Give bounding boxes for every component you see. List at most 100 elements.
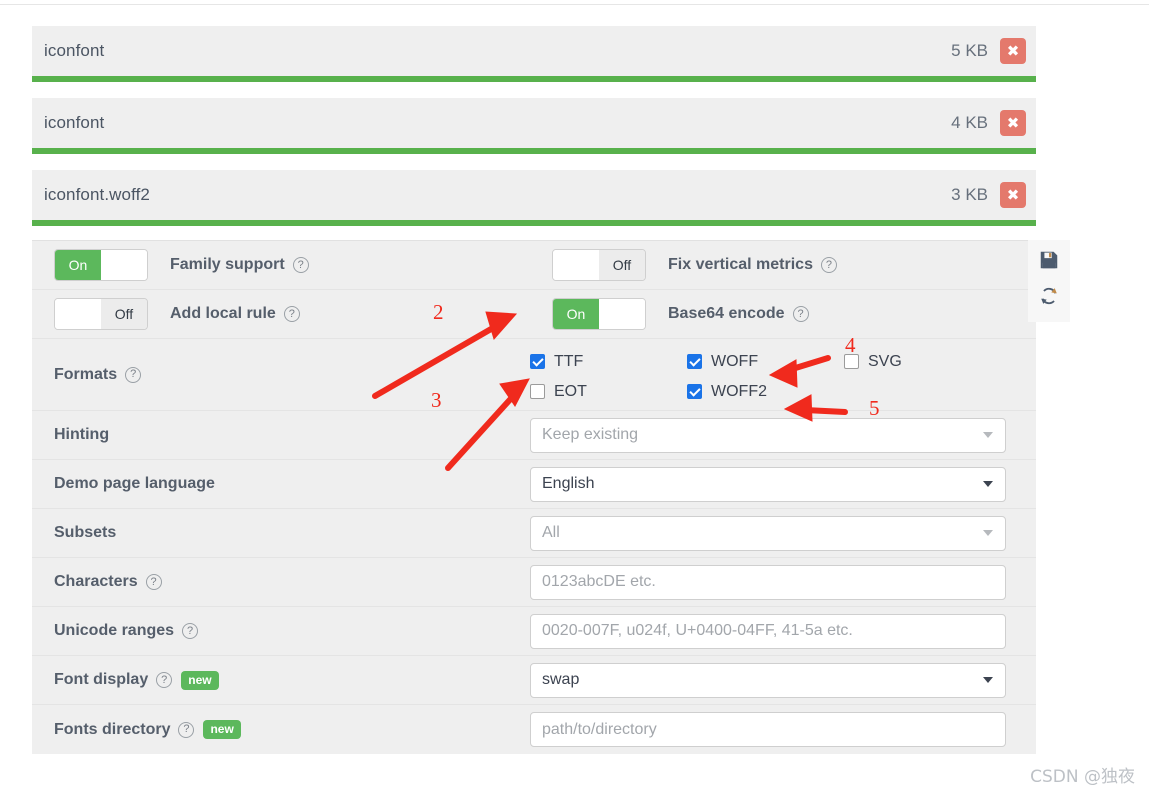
settings-row-toggles-2: Off Add local rule ? On Base64 encode ? (32, 290, 1036, 339)
fix-vertical-metrics-toggle[interactable]: Off (552, 249, 646, 281)
help-icon[interactable]: ? (792, 306, 809, 322)
close-icon[interactable]: ✖ (1000, 38, 1026, 64)
chevron-down-icon (983, 677, 993, 683)
settings-row-characters: Characters ? 0123abcDE etc. (32, 558, 1036, 607)
toggle-on-label: On (55, 250, 101, 280)
annotation-number-5: 5 (869, 396, 880, 420)
settings-row-toggles-1: On Family support ? Off Fix vertical met… (32, 241, 1036, 290)
annotation-number-4: 4 (845, 333, 856, 357)
help-icon[interactable]: ? (292, 257, 309, 273)
setting-family-support: On Family support ? (32, 249, 530, 281)
file-progress-bar (32, 220, 1036, 226)
toggle-off-label (101, 250, 147, 280)
file-size: 4 KB (951, 113, 988, 132)
file-size: 5 KB (951, 41, 988, 60)
file-name: iconfont (44, 41, 105, 60)
checkbox-box (530, 384, 545, 399)
file-item: iconfont 4 KB ✖ (32, 98, 1036, 154)
new-badge: new (203, 720, 241, 739)
help-icon[interactable]: ? (182, 623, 199, 639)
toggle-off-label: Off (101, 299, 147, 329)
subsets-value: All (542, 524, 560, 541)
hinting-select[interactable]: Keep existing (530, 417, 1006, 453)
unicode-ranges-input[interactable]: 0020-007F, u024f, U+0400-04FF, 41-5a etc… (530, 613, 1006, 649)
label-text: Fix vertical metrics (668, 256, 813, 273)
file-progress-bar (32, 148, 1036, 154)
formats-checkbox-group: TTF WOFF SVG EOT WOFF2 (530, 339, 1036, 410)
woff2-checkbox[interactable]: WOFF2 (687, 377, 844, 407)
characters-label: Characters ? (32, 573, 530, 591)
font-display-select[interactable]: swap (530, 662, 1006, 698)
hinting-label: Hinting (32, 426, 530, 444)
woff-checkbox[interactable]: WOFF (687, 347, 844, 377)
checkbox-label: TTF (554, 352, 584, 370)
save-icon[interactable] (1038, 249, 1060, 271)
annotation-number-3: 3 (431, 388, 442, 412)
label-text: Unicode ranges (54, 622, 175, 639)
unicode-ranges-label: Unicode ranges ? (32, 622, 530, 640)
help-icon[interactable]: ? (145, 574, 162, 590)
characters-input[interactable]: 0123abcDE etc. (530, 564, 1006, 600)
chevron-down-icon (983, 481, 993, 487)
subsets-select[interactable]: All (530, 515, 1006, 551)
label-text: Demo page language (54, 475, 215, 492)
help-icon[interactable]: ? (156, 672, 173, 688)
top-divider (0, 4, 1149, 5)
eot-checkbox[interactable]: EOT (530, 377, 687, 407)
subsets-label: Subsets (32, 524, 530, 542)
close-icon[interactable]: ✖ (1000, 182, 1026, 208)
file-item: iconfont 5 KB ✖ (32, 26, 1036, 82)
label-text: Base64 encode (668, 305, 785, 322)
settings-row-demo-page-language: Demo page language English (32, 460, 1036, 509)
file-progress-bar (32, 76, 1036, 82)
label-text: Subsets (54, 524, 117, 541)
formats-grid-spacer (844, 377, 964, 407)
annotation-number-2: 2 (433, 300, 444, 324)
fonts-directory-placeholder: path/to/directory (542, 720, 657, 738)
demo-page-language-select[interactable]: English (530, 466, 1006, 502)
toggle-off-label (599, 299, 645, 329)
font-display-value: swap (542, 671, 580, 688)
fonts-directory-label: Fonts directory ? new (32, 720, 530, 739)
characters-placeholder: 0123abcDE etc. (542, 573, 656, 590)
font-display-label: Font display ? new (32, 670, 530, 690)
svg-checkbox[interactable]: SVG (844, 347, 964, 377)
unicode-ranges-placeholder: 0020-007F, u024f, U+0400-04FF, 41-5a etc… (542, 622, 853, 639)
label-text: Family support (170, 256, 285, 273)
settings-row-hinting: Hinting Keep existing (32, 411, 1036, 460)
help-icon[interactable]: ? (283, 306, 300, 322)
panel-actions-column (1028, 240, 1070, 322)
toggle-on-label (553, 250, 599, 280)
fonts-directory-input[interactable]: path/to/directory (530, 712, 1006, 747)
settings-row-font-display: Font display ? new swap (32, 656, 1036, 705)
add-local-rule-label: Add local rule ? (170, 305, 300, 323)
uploaded-files-list: iconfont 5 KB ✖ iconfont 4 KB ✖ iconfont… (32, 26, 1036, 242)
toggle-on-label: On (553, 299, 599, 329)
settings-row-subsets: Subsets All (32, 509, 1036, 558)
refresh-icon[interactable] (1038, 285, 1060, 307)
base64-encode-toggle[interactable]: On (552, 298, 646, 330)
settings-row-unicode-ranges: Unicode ranges ? 0020-007F, u024f, U+040… (32, 607, 1036, 656)
help-icon[interactable]: ? (820, 257, 837, 273)
label-text: Fonts directory (54, 720, 171, 738)
ttf-checkbox[interactable]: TTF (530, 347, 687, 377)
settings-row-formats: Formats ? TTF WOFF SVG EOT WOFF2 (32, 339, 1036, 411)
help-icon[interactable]: ? (125, 366, 142, 383)
label-text: Formats (54, 365, 118, 383)
add-local-rule-toggle[interactable]: Off (54, 298, 148, 330)
setting-fix-vertical-metrics: Off Fix vertical metrics ? (530, 249, 1028, 281)
settings-row-fonts-directory: Fonts directory ? new path/to/directory (32, 705, 1036, 754)
demo-page-language-value: English (542, 475, 595, 492)
close-icon[interactable]: ✖ (1000, 110, 1026, 136)
chevron-down-icon (983, 432, 993, 438)
label-text: Hinting (54, 426, 110, 443)
settings-panel: On Family support ? Off Fix vertical met… (32, 240, 1036, 754)
checkbox-label: WOFF2 (711, 382, 767, 400)
help-icon[interactable]: ? (178, 721, 195, 738)
label-text: Font display (54, 671, 149, 688)
file-size: 3 KB (951, 185, 988, 204)
family-support-toggle[interactable]: On (54, 249, 148, 281)
file-name: iconfont (44, 113, 105, 132)
checkbox-label: EOT (554, 382, 587, 400)
checkbox-label: WOFF (711, 352, 759, 370)
